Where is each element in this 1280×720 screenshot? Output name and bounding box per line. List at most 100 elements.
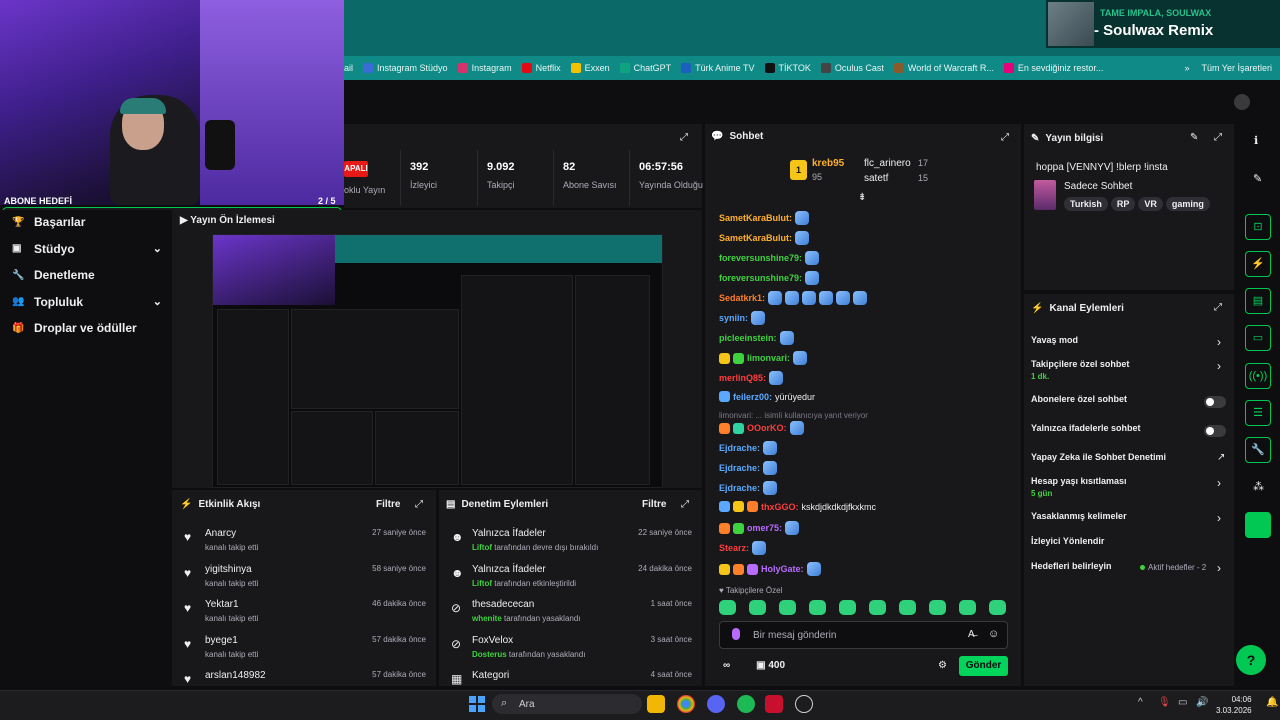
chevron-right-icon[interactable]: › — [1217, 335, 1221, 349]
chat-username[interactable]: OOorKO: — [747, 423, 787, 433]
chat-message[interactable]: omer75: — [719, 521, 800, 535]
scroll-down-icon[interactable]: ⇟ — [858, 192, 866, 203]
spotify-icon[interactable] — [737, 695, 755, 713]
bookmark-item[interactable]: Netflix — [521, 63, 561, 73]
chat-username[interactable]: SametKaraBulut: — [719, 213, 792, 223]
stream-tag[interactable]: Turkish — [1064, 197, 1108, 211]
mic-icon[interactable] — [732, 628, 740, 640]
pencil-icon[interactable]: ✎ — [1253, 172, 1262, 185]
chat-message[interactable]: HolyGate: — [719, 562, 821, 576]
bookmark-item[interactable]: En sevdiğiniz restor... — [1003, 63, 1103, 73]
chevron-right-icon[interactable]: › — [1217, 359, 1221, 373]
toggle-switch[interactable] — [1204, 425, 1226, 437]
chat-settings-icon[interactable]: ⚙ — [938, 660, 947, 671]
chat-message[interactable]: foreversunshine79: — [719, 271, 820, 285]
external-link-icon[interactable]: ↗ — [1217, 452, 1225, 463]
emoji-icon[interactable]: ☺ — [988, 628, 999, 640]
nav-item[interactable]: 🏆 Başarılar — [12, 215, 162, 229]
bookmark-item[interactable]: Instagram Stüdyo — [363, 63, 448, 73]
chat-username[interactable]: SametKaraBulut: — [719, 233, 792, 243]
activity-feed-filter-button[interactable]: Filtre — [376, 499, 400, 510]
translate-icon[interactable]: A̶ — [968, 629, 975, 640]
lightning-icon[interactable]: ⚡ — [1245, 251, 1271, 277]
channel-action-item[interactable]: Abonelere özel sohbet — [1031, 394, 1231, 404]
emote-button[interactable] — [929, 600, 946, 615]
microphone-icon[interactable]: 🎙 — [1158, 697, 1171, 708]
edit-icon[interactable]: ✎ — [1190, 132, 1198, 143]
windows-start-icon[interactable] — [469, 696, 485, 712]
stream-preview-video[interactable] — [212, 234, 663, 488]
chat-message[interactable]: foreversunshine79: — [719, 251, 820, 265]
chat-username[interactable]: thxGGO: — [761, 502, 799, 512]
mod-actions-filter-button[interactable]: Filtre — [642, 499, 666, 510]
nav-item[interactable]: 🔧 Denetleme — [12, 268, 162, 282]
infinity-icon[interactable]: ∞ — [723, 660, 730, 671]
user-avatar[interactable] — [1234, 94, 1250, 110]
chat-message[interactable]: SametKaraBulut: — [719, 231, 810, 245]
emote-button[interactable] — [989, 600, 1006, 615]
mod-action-row[interactable]: ☻ Yalnızca İfadeler 22 saniye önce Liftof t… — [439, 524, 702, 560]
chat-username[interactable]: picleeinstein: — [719, 333, 777, 343]
capture-icon[interactable]: ⊡ — [1245, 214, 1271, 240]
notification-icon[interactable]: 🔔 — [1266, 697, 1278, 708]
emote-button[interactable] — [809, 600, 826, 615]
chat-message[interactable]: Ejdrache: — [719, 441, 778, 455]
nav-item[interactable]: ▣ Stüdyo ⌄ — [12, 242, 162, 256]
chat-message[interactable]: limonvari: — [719, 351, 808, 365]
bookmark-item[interactable]: ail — [344, 63, 353, 73]
emote-button[interactable] — [899, 600, 916, 615]
chat-username[interactable]: Stearz: — [719, 543, 749, 553]
nav-item[interactable]: 👥 Topluluk ⌄ — [12, 295, 162, 309]
channel-action-item[interactable]: Yapay Zeka ile Sohbet Denetimi — [1031, 452, 1231, 462]
bookmark-item[interactable]: Instagram — [457, 63, 512, 73]
help-button[interactable]: ? — [1236, 645, 1266, 675]
emote-button[interactable] — [749, 600, 766, 615]
chat-username[interactable]: Sedatkrk1: — [719, 293, 765, 303]
app-icon[interactable] — [1245, 512, 1271, 538]
chat-leaderboard[interactable]: 1 kreb95 95 flc_arinero 17 satetf 15 — [790, 156, 950, 186]
chat-username[interactable]: foreversunshine79: — [719, 253, 802, 263]
nav-item[interactable]: 🎁 Droplar ve ödüller — [12, 321, 162, 335]
chat-message[interactable]: Ejdrache: — [719, 481, 778, 495]
chevron-right-icon[interactable]: › — [1217, 476, 1221, 490]
chat-message[interactable]: thxGGO: kskdjdkdkdjfkxkmc — [719, 501, 876, 512]
feed-row[interactable]: ♥ Yektar1 46 dakika önce kanalı takip etti — [172, 595, 436, 631]
chat-message[interactable]: SametKaraBulut: — [719, 211, 810, 225]
layout-icon[interactable]: ☰ — [1245, 400, 1271, 426]
taskbar-search[interactable]: ⌕ Ara — [492, 694, 642, 714]
chat-message[interactable]: feilerz00: yürüyedur — [719, 391, 815, 402]
chat-icon[interactable]: ▭ — [1245, 325, 1271, 351]
mod-action-row[interactable]: ⊘ FoxVelox 3 saat önce Dosterus tarafından … — [439, 631, 702, 667]
bookmark-item[interactable]: Türk Anime TV — [681, 63, 755, 73]
document-icon[interactable]: ▤ — [1245, 288, 1271, 314]
chat-message[interactable]: picleeinstein: — [719, 331, 794, 345]
chat-username[interactable]: limonvari: — [747, 353, 790, 363]
toggle-switch[interactable] — [1204, 396, 1226, 408]
bookmark-item[interactable]: World of Warcraft R... — [893, 63, 994, 73]
stream-tag[interactable]: VR — [1138, 197, 1163, 211]
chat-message[interactable]: OOorKO: — [719, 421, 804, 435]
chevron-right-icon[interactable]: › — [1217, 561, 1221, 575]
chat-input[interactable]: Bir mesaj gönderin A̶ ☺ — [719, 621, 1008, 649]
bookmark-item[interactable]: Exxen — [570, 63, 610, 73]
channel-action-item[interactable]: Hesap yaşı kısıtlaması 5 gün — [1031, 476, 1231, 498]
feed-row[interactable]: ♥ Anarcy 27 saniye önce kanalı takip etti — [172, 524, 436, 560]
channel-action-item[interactable]: Yasaklanmış kelimeler — [1031, 511, 1231, 521]
emote-button[interactable] — [719, 600, 736, 615]
chat-message[interactable]: syniin: — [719, 311, 766, 325]
channel-action-item[interactable]: Takipçilere özel sohbet 1 dk. — [1031, 359, 1231, 381]
chat-username[interactable]: HolyGate: — [761, 564, 804, 574]
mod-action-actor[interactable]: Dosterus — [472, 650, 507, 659]
channel-action-item[interactable]: Yavaş mod — [1031, 335, 1231, 345]
app-icon[interactable] — [765, 695, 783, 713]
chat-username[interactable]: syniin: — [719, 313, 748, 323]
emote-button[interactable] — [839, 600, 856, 615]
chat-username[interactable]: merlinQ85: — [719, 373, 766, 383]
chat-message[interactable]: Sedatkrk1: — [719, 291, 868, 305]
mod-action-row[interactable]: ☻ Yalnızca İfadeler 24 dakika önce Liftof t… — [439, 560, 702, 596]
stream-tag[interactable]: gaming — [1165, 197, 1210, 211]
bookmark-item[interactable]: ChatGPT — [619, 63, 671, 73]
chat-message[interactable]: Stearz: — [719, 541, 767, 555]
chat-username[interactable]: Ejdrache: — [719, 463, 760, 473]
send-button[interactable]: Gönder — [959, 656, 1008, 676]
